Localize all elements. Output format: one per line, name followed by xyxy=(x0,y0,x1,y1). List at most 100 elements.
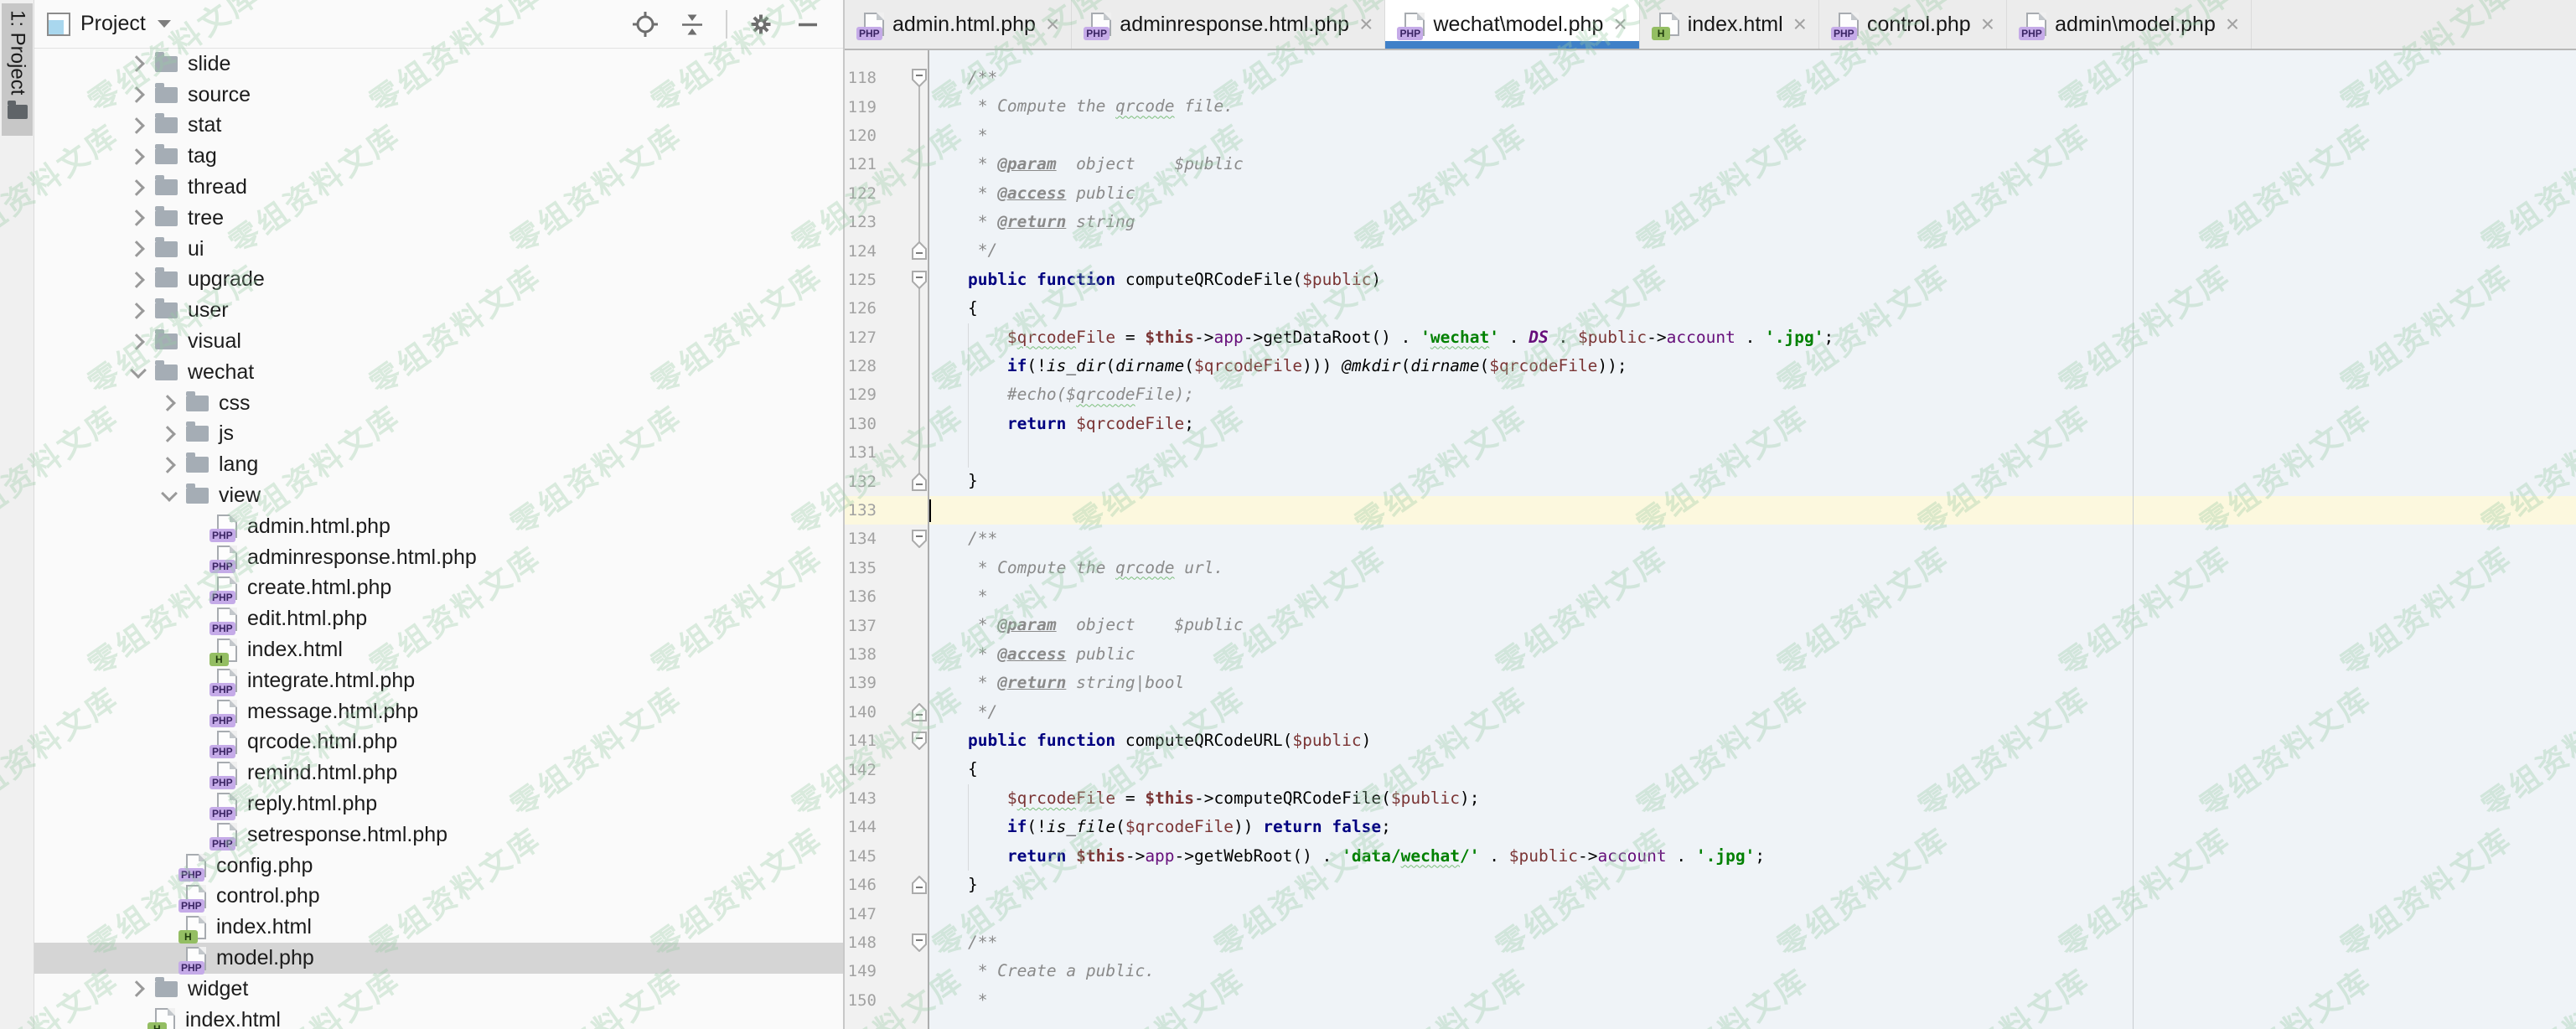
fold-end-icon[interactable] xyxy=(911,473,928,491)
fold-collapse-icon[interactable] xyxy=(911,732,928,750)
tree-item-thread[interactable]: thread xyxy=(34,172,843,203)
tree-item-message-html-php[interactable]: PHPmessage.html.php xyxy=(34,696,843,727)
tree-item-config-php[interactable]: PHPconfig.php xyxy=(34,851,843,882)
chevron-down-icon[interactable] xyxy=(158,20,171,28)
tree-item-remind-html-php[interactable]: PHPremind.html.php xyxy=(34,758,843,789)
code-line-text[interactable]: $qrcodeFile = $this->app->getDataRoot() … xyxy=(928,323,1834,352)
tree-item-tree[interactable]: tree xyxy=(34,203,843,234)
chevron-right-icon[interactable] xyxy=(127,336,149,348)
code-line-text[interactable]: */ xyxy=(928,698,997,727)
code-line-text[interactable]: { xyxy=(928,294,978,323)
code-line-text[interactable]: * @param object $public xyxy=(928,150,1244,178)
tree-item-admin-html-php[interactable]: PHPadmin.html.php xyxy=(34,511,843,542)
fold-end-icon[interactable] xyxy=(911,703,928,721)
chevron-right-icon[interactable] xyxy=(127,983,149,995)
chevron-down-icon[interactable] xyxy=(127,369,149,376)
code-line-text[interactable]: * xyxy=(928,582,987,611)
code-line-text[interactable]: } xyxy=(928,467,978,495)
code-line-text[interactable]: /** xyxy=(928,928,997,957)
editor-body[interactable]: 118 /**119 * Compute the qrcode file.120… xyxy=(845,50,2576,1029)
tree-item-integrate-html-php[interactable]: PHPintegrate.html.php xyxy=(34,665,843,696)
tree-item-adminresponse-html-php[interactable]: PHPadminresponse.html.php xyxy=(34,542,843,573)
tree-item-index-html[interactable]: Hindex.html xyxy=(34,1005,843,1029)
code-line-text[interactable]: $qrcodeFile = $this->computeQRCodeFile($… xyxy=(928,784,1480,813)
chevron-right-icon[interactable] xyxy=(127,305,149,317)
hide-icon[interactable] xyxy=(794,11,821,38)
tree-item-js[interactable]: js xyxy=(34,419,843,450)
tree-item-widget[interactable]: widget xyxy=(34,974,843,1005)
editor-tab-control-php[interactable]: PHPcontrol.php× xyxy=(1819,0,2007,49)
chevron-right-icon[interactable] xyxy=(127,274,149,286)
tree-item-tag[interactable]: tag xyxy=(34,141,843,172)
code-line-text[interactable]: return $this->app->getWebRoot() . 'data/… xyxy=(928,842,1765,871)
tree-item-control-php[interactable]: PHPcontrol.php xyxy=(34,882,843,913)
editor-tab-admin-html-php[interactable]: PHPadmin.html.php× xyxy=(845,0,1072,49)
code-line-text[interactable]: /** xyxy=(928,64,997,92)
chevron-right-icon[interactable] xyxy=(127,151,149,163)
close-icon[interactable]: × xyxy=(2226,16,2239,33)
chevron-right-icon[interactable] xyxy=(127,58,149,70)
tree-item-stat[interactable]: stat xyxy=(34,111,843,142)
fold-collapse-icon[interactable] xyxy=(911,69,928,87)
tree-item-upgrade[interactable]: upgrade xyxy=(34,265,843,296)
tree-item-qrcode-html-php[interactable]: PHPqrcode.html.php xyxy=(34,727,843,758)
tree-item-index-html[interactable]: Hindex.html xyxy=(34,634,843,665)
fold-end-icon[interactable] xyxy=(911,241,928,260)
tree-item-slide[interactable]: slide xyxy=(34,49,843,80)
code-line-text[interactable]: public function computeQRCodeFile($publi… xyxy=(928,266,1381,294)
collapse-all-icon[interactable] xyxy=(679,11,706,38)
chevron-right-icon[interactable] xyxy=(158,428,180,440)
tree-item-model-php[interactable]: PHPmodel.php xyxy=(34,943,843,974)
panel-splitter[interactable] xyxy=(843,0,845,1029)
editor-tab-adminresponse-html-php[interactable]: PHPadminresponse.html.php× xyxy=(1072,0,1385,49)
editor-tab-wechat-model-php[interactable]: PHPwechat\model.php× xyxy=(1385,0,1639,49)
tree-item-view[interactable]: view xyxy=(34,480,843,511)
code-line-text[interactable]: * @param object $public xyxy=(928,611,1244,639)
tree-item-visual[interactable]: visual xyxy=(34,326,843,357)
tree-item-css[interactable]: css xyxy=(34,388,843,419)
chevron-right-icon[interactable] xyxy=(158,459,180,471)
code-line-text[interactable]: { xyxy=(928,755,978,783)
project-view-selector[interactable]: Project xyxy=(80,12,146,36)
tree-item-edit-html-php[interactable]: PHPedit.html.php xyxy=(34,603,843,634)
code-line-text[interactable]: /** xyxy=(928,525,997,553)
code-line-text[interactable]: * @access public xyxy=(928,179,1135,208)
close-icon[interactable]: × xyxy=(1613,16,1627,33)
settings-icon[interactable] xyxy=(747,11,774,38)
fold-end-icon[interactable] xyxy=(911,876,928,894)
tree-item-user[interactable]: user xyxy=(34,295,843,326)
code-line-text[interactable]: } xyxy=(928,871,978,899)
tree-item-wechat[interactable]: wechat xyxy=(34,357,843,388)
close-icon[interactable]: × xyxy=(1046,16,1059,33)
fold-collapse-icon[interactable] xyxy=(911,933,928,952)
tree-item-create-html-php[interactable]: PHPcreate.html.php xyxy=(34,573,843,604)
code-line-text[interactable]: * Compute the qrcode url. xyxy=(928,554,1223,582)
chevron-right-icon[interactable] xyxy=(127,89,149,101)
chevron-right-icon[interactable] xyxy=(127,120,149,132)
code-line-text[interactable]: * xyxy=(928,986,987,1015)
code-line-text[interactable]: if(!is_file($qrcodeFile)) return false; xyxy=(928,813,1391,841)
tree-item-ui[interactable]: ui xyxy=(34,234,843,265)
code-line-text[interactable]: * xyxy=(928,122,987,150)
close-icon[interactable]: × xyxy=(1793,16,1807,33)
code-line-text[interactable]: * Compute the qrcode file. xyxy=(928,92,1234,121)
code-line-text[interactable]: if(!is_dir(dirname($qrcodeFile))) @mkdir… xyxy=(928,352,1627,380)
tree-item-reply-html-php[interactable]: PHPreply.html.php xyxy=(34,789,843,820)
project-tool-window-button[interactable]: 1: Project xyxy=(2,3,33,136)
fold-collapse-icon[interactable] xyxy=(911,271,928,289)
tree-item-setresponse-html-php[interactable]: PHPsetresponse.html.php xyxy=(34,820,843,851)
close-icon[interactable]: × xyxy=(1981,16,1994,33)
code-line-text[interactable]: public function computeQRCodeURL($public… xyxy=(928,727,1371,755)
chevron-down-icon[interactable] xyxy=(158,492,180,499)
chevron-right-icon[interactable] xyxy=(127,212,149,224)
editor-tab-admin-model-php[interactable]: PHPadmin\model.php× xyxy=(2007,0,2252,49)
tree-item-index-html[interactable]: Hindex.html xyxy=(34,912,843,943)
code-line-text[interactable]: * @return string xyxy=(928,208,1135,236)
chevron-right-icon[interactable] xyxy=(127,182,149,194)
tree-item-lang[interactable]: lang xyxy=(34,449,843,480)
fold-collapse-icon[interactable] xyxy=(911,530,928,548)
close-icon[interactable]: × xyxy=(1359,16,1373,33)
chevron-right-icon[interactable] xyxy=(158,397,180,409)
locate-icon[interactable] xyxy=(632,11,659,38)
tree-item-source[interactable]: source xyxy=(34,80,843,111)
